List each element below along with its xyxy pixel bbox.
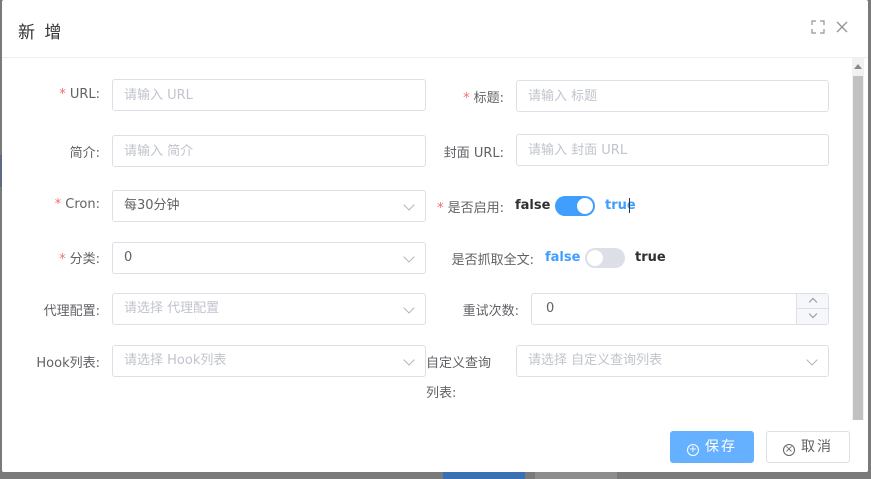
chevron-down-icon xyxy=(403,251,415,263)
retries-label: 重试次数: xyxy=(462,304,519,319)
intro-label: 简介: xyxy=(69,146,100,161)
close-circle-icon: × xyxy=(783,444,795,456)
custom-query-select[interactable]: 请选择 自定义查询列表 xyxy=(516,345,829,377)
fulltext-switch[interactable] xyxy=(585,248,625,268)
decrease-button[interactable] xyxy=(796,309,828,324)
fulltext-on-text[interactable]: true xyxy=(635,250,666,265)
proxy-select[interactable]: 请选择 代理配置 xyxy=(112,293,426,325)
chevron-down-icon xyxy=(806,354,818,366)
retries-input[interactable]: 0 xyxy=(531,293,829,325)
proxy-label: 代理配置: xyxy=(43,304,100,319)
hooks-label: Hook列表: xyxy=(36,356,100,371)
chevron-down-icon xyxy=(403,302,415,314)
enabled-on-text[interactable]: true xyxy=(605,198,636,213)
cover-url-label: 封面 URL: xyxy=(443,146,504,161)
cron-label: * Cron: xyxy=(54,197,100,212)
dialog-footer: + 保存 × 取消 xyxy=(2,420,868,472)
category-label: * 分类: xyxy=(59,252,100,267)
scroll-up-arrow-icon[interactable] xyxy=(854,64,862,69)
enabled-switch[interactable] xyxy=(555,196,595,216)
retries-value: 0 xyxy=(546,301,555,316)
cron-select[interactable]: 每30分钟 xyxy=(112,190,426,222)
intro-input[interactable] xyxy=(112,135,426,167)
switch-knob xyxy=(587,250,603,266)
hooks-placeholder: 请选择 Hook列表 xyxy=(124,353,227,368)
custom-query-placeholder: 请选择 自定义查询列表 xyxy=(528,353,663,368)
background-page-button xyxy=(443,472,525,479)
text-caret xyxy=(629,198,630,213)
switch-knob xyxy=(577,198,593,214)
save-label: 保存 xyxy=(705,439,737,455)
fullscreen-icon[interactable] xyxy=(811,20,825,34)
plus-circle-icon: + xyxy=(687,444,699,456)
title-input[interactable] xyxy=(516,80,829,112)
fulltext-label: 是否抓取全文: xyxy=(451,253,534,268)
cover-url-input[interactable] xyxy=(516,134,829,166)
close-icon[interactable] xyxy=(835,20,849,34)
enabled-off-text[interactable]: false xyxy=(515,198,550,213)
dialog-title: 新 增 xyxy=(18,23,64,43)
increase-button[interactable] xyxy=(796,294,828,309)
url-label: * URL: xyxy=(59,87,100,102)
dialog-body: *URL: *标题: 简介: 封面 URL: *Cron: 每30分钟 *是否启… xyxy=(2,58,868,420)
chevron-down-icon xyxy=(808,309,818,319)
category-value: 0 xyxy=(124,250,133,265)
dialog-header: 新 增 xyxy=(2,0,868,58)
custom-query-label-cont: 列表: xyxy=(426,386,457,401)
proxy-placeholder: 请选择 代理配置 xyxy=(124,301,220,316)
fulltext-off-text[interactable]: false xyxy=(545,250,580,265)
enabled-label: * 是否启用: xyxy=(437,201,504,216)
cron-value: 每30分钟 xyxy=(124,198,180,213)
chevron-down-icon xyxy=(403,199,415,211)
scroll-thumb[interactable] xyxy=(853,76,863,420)
cancel-button[interactable]: × 取消 xyxy=(766,431,850,463)
chevron-down-icon xyxy=(403,354,415,366)
background-page-button xyxy=(535,472,617,479)
save-button[interactable]: + 保存 xyxy=(670,431,754,463)
title-label: * 标题: xyxy=(463,91,504,106)
scrollbar[interactable] xyxy=(852,58,864,420)
chevron-up-icon xyxy=(808,297,818,307)
url-input[interactable] xyxy=(112,79,426,111)
custom-query-label: 自定义查询 xyxy=(426,356,492,371)
hooks-select[interactable]: 请选择 Hook列表 xyxy=(112,345,426,377)
category-select[interactable]: 0 xyxy=(112,242,426,274)
cancel-label: 取消 xyxy=(801,439,833,455)
add-dialog: 新 增 *URL: *标题: 简介: 封面 URL: *Cron: 每30分钟 … xyxy=(2,0,868,472)
